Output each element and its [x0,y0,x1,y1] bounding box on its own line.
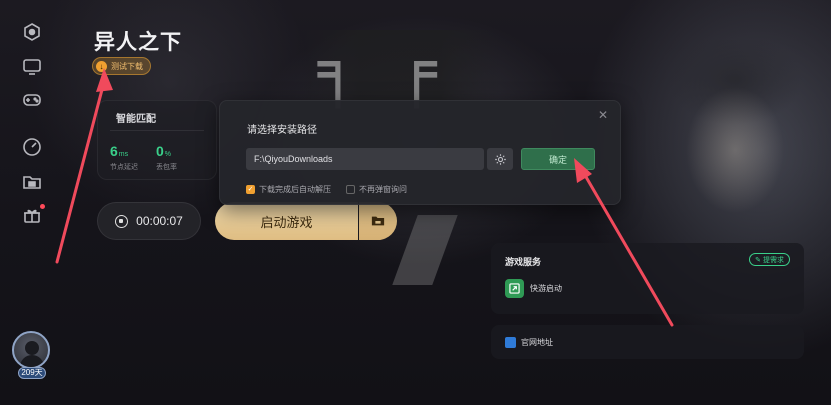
open-folder-button[interactable] [359,202,397,240]
browse-path-button[interactable] [487,148,513,170]
folder-open-icon [371,216,385,226]
packet-loss-stat: 0% 丢包率 [156,143,177,172]
services-title: 游戏服务 [505,257,542,267]
user-avatar-block[interactable]: 209天 [12,331,52,381]
session-timer[interactable]: 00:00:07 [97,202,201,240]
background-art-character [640,40,830,250]
dialog-title: 请选择安装路径 [247,125,317,136]
sidebar: 209天 [0,0,64,405]
official-website-label: 官网地址 [521,337,553,347]
request-feature-button[interactable]: ✎ 提需求 [749,253,790,266]
quick-launch-icon [505,279,524,298]
install-path-input[interactable] [246,148,484,170]
pencil-icon: ✎ [755,256,761,264]
background-art-stroke [392,215,458,285]
gift-icon[interactable] [22,204,45,225]
smart-match-panel: 智能匹配 6ms 节点延迟 0% 丢包率 [97,100,217,180]
close-icon[interactable]: ✕ [598,109,608,121]
latency-unit: ms [118,151,129,158]
quick-launch-label: 快游启动 [530,284,562,293]
background-art-glyph: ╕ ╒ [318,30,445,108]
stop-icon[interactable] [115,214,129,228]
folder-icon[interactable] [22,172,42,192]
gamepad-icon[interactable] [22,90,42,110]
test-download-badge[interactable]: ↓ 测试下载 [92,57,151,75]
launch-game-button[interactable]: 启动游戏 [215,202,358,240]
smart-match-title: 智能匹配 [116,114,156,125]
auto-extract-label: 下载完成后自动解压 [259,185,331,194]
auto-extract-option[interactable]: ✓ 下载完成后自动解压 [246,184,331,195]
home-icon[interactable] [22,22,42,42]
membership-days-badge: 209天 [18,367,46,379]
auto-extract-checkbox[interactable]: ✓ [246,185,255,194]
latency-value: 6 [110,143,118,159]
game-title: 异人之下 [94,31,182,54]
quick-launch-item[interactable]: 快游启动 [505,279,562,298]
timer-value: 00:00:07 [136,214,183,228]
download-icon: ↓ [96,60,107,72]
loss-label: 丢包率 [156,164,177,171]
latency-label: 节点延迟 [110,164,138,171]
monitor-icon[interactable] [22,57,42,77]
loss-value: 0 [156,143,164,159]
no-ask-label: 不再弹窗询问 [359,185,407,194]
install-path-dialog: 请选择安装路径 ✕ 确定 ✓ 下载完成后自动解压 不再弹窗询问 [219,100,621,205]
divider [110,130,204,131]
no-ask-option[interactable]: 不再弹窗询问 [346,184,407,195]
website-icon [505,336,516,348]
no-ask-checkbox[interactable] [346,185,355,194]
official-website-link[interactable]: 官网地址 [491,325,804,359]
latency-stat: 6ms 节点延迟 [110,143,138,172]
gear-icon [494,153,506,165]
confirm-button[interactable]: 确定 [521,148,595,170]
game-services-card: 游戏服务 ✎ 提需求 快游启动 [491,243,804,314]
speedometer-icon[interactable] [22,137,42,157]
test-download-label: 测试下载 [111,61,143,71]
avatar[interactable] [12,331,50,369]
request-feature-label: 提需求 [763,256,784,264]
notification-dot [40,204,45,209]
loss-unit: % [164,151,172,158]
